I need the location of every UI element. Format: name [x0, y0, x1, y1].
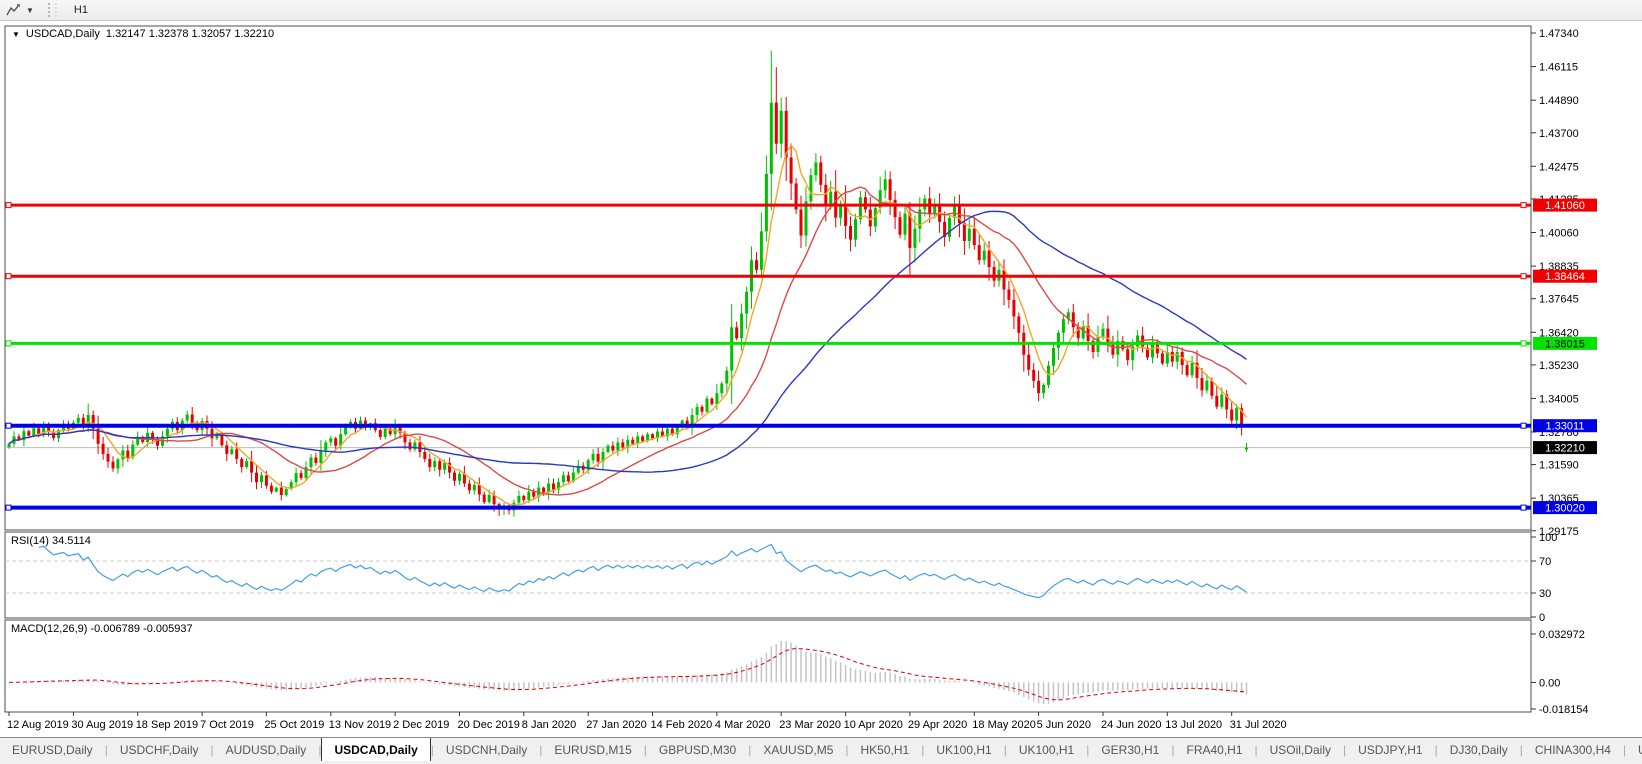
svg-text:100: 100: [1539, 532, 1557, 544]
svg-text:1.36015: 1.36015: [1545, 338, 1585, 350]
svg-text:0.032972: 0.032972: [1539, 629, 1585, 641]
chart-tab-uk100-h1[interactable]: UK100,H1: [924, 738, 1003, 761]
svg-text:31 Jul 2020: 31 Jul 2020: [1230, 719, 1287, 731]
svg-text:20 Dec 2019: 20 Dec 2019: [458, 719, 520, 731]
chart-tab-gbpusd-m30[interactable]: GBPUSD,M30: [647, 738, 748, 761]
chart-window: 1.473401.461151.448901.437001.424751.412…: [0, 21, 1642, 737]
svg-text:7 Oct 2019: 7 Oct 2019: [200, 719, 254, 731]
chart-tab-uk100-h1[interactable]: UK100,H1: [1007, 738, 1086, 761]
svg-text:1.35230: 1.35230: [1539, 360, 1579, 372]
svg-text:18 Sep 2019: 18 Sep 2019: [136, 719, 198, 731]
collapse-arrow-icon[interactable]: ▼: [12, 30, 20, 39]
svg-text:24 Jun 2020: 24 Jun 2020: [1101, 719, 1162, 731]
svg-text:18 May 2020: 18 May 2020: [972, 719, 1036, 731]
chart-tab-hk50-h1[interactable]: HK50,H1: [849, 738, 922, 761]
rsi-indicator-label: RSI(14) 34.5114: [11, 535, 91, 547]
chart-tab-usdjpy-h1[interactable]: USDJPY,H1: [1346, 738, 1434, 761]
svg-text:1.47340: 1.47340: [1539, 28, 1579, 40]
svg-text:1.41060: 1.41060: [1545, 200, 1585, 212]
toolbar-drag-handle[interactable]: [47, 3, 57, 17]
macd-indicator-label: MACD(12,26,9) -0.006789 -0.005937: [11, 623, 193, 635]
chart-tab-xauusd-m5[interactable]: XAUUSD,M5: [751, 738, 845, 761]
chart-ohlc-values: 1.32147 1.32378 1.32057 1.32210: [105, 28, 275, 40]
drawing-tool-icon[interactable]: [4, 2, 22, 18]
chart-canvas[interactable]: 1.473401.461151.448901.437001.424751.412…: [0, 21, 1642, 737]
svg-text:1.40060: 1.40060: [1539, 228, 1579, 240]
svg-text:25 Oct 2019: 25 Oct 2019: [264, 719, 324, 731]
toolbar-icon-group: ▼: [0, 2, 42, 18]
chart-tab-audusd-daily[interactable]: AUDUSD,Daily: [214, 738, 319, 761]
svg-text:30: 30: [1539, 588, 1551, 600]
chart-symbol-label: USDCAD,Daily: [25, 28, 100, 40]
svg-text:0.00: 0.00: [1539, 677, 1560, 689]
svg-text:29 Apr 2020: 29 Apr 2020: [908, 719, 967, 731]
svg-text:1.30020: 1.30020: [1545, 503, 1585, 515]
chart-tab-eurusd-m15[interactable]: EURUSD,M15: [542, 738, 643, 761]
svg-text:1.37645: 1.37645: [1539, 294, 1579, 306]
svg-text:0: 0: [1539, 612, 1545, 624]
chart-tab-usdchf-daily[interactable]: USDCHF,Daily: [108, 738, 211, 761]
chart-tab-usdcnh-daily[interactable]: USDCNH,Daily: [434, 738, 539, 761]
rsi-panel-border: [4, 531, 1532, 619]
chart-tab-usdcad-daily[interactable]: USDCAD,Daily: [321, 738, 431, 761]
svg-text:5 Jun 2020: 5 Jun 2020: [1037, 719, 1091, 731]
chart-tab-ger30-h1[interactable]: GER30,H1: [1089, 738, 1171, 761]
svg-text:13 Jul 2020: 13 Jul 2020: [1165, 719, 1222, 731]
dropdown-caret-icon[interactable]: ▼: [22, 6, 38, 15]
chart-tab-bar: EURUSD,Daily | USDCHF,Daily | AUDUSD,Daily | U…: [0, 737, 1642, 761]
svg-text:1.31590: 1.31590: [1539, 460, 1579, 472]
svg-text:1.46115: 1.46115: [1539, 62, 1578, 74]
svg-text:30 Aug 2019: 30 Aug 2019: [71, 719, 133, 731]
svg-text:23 Mar 2020: 23 Mar 2020: [779, 719, 841, 731]
date-axis: 12 Aug 2019 30 Aug 2019 18 Sep 2019 7 Oct 2…: [7, 712, 1287, 731]
chart-tab-fra40-h1[interactable]: FRA40,H1: [1174, 738, 1254, 761]
chart-tab-dj30-daily[interactable]: DJ30,Daily: [1438, 738, 1520, 761]
svg-text:1.34005: 1.34005: [1539, 393, 1579, 405]
svg-text:10 Apr 2020: 10 Apr 2020: [844, 719, 903, 731]
svg-text:1.32210: 1.32210: [1545, 443, 1585, 455]
svg-text:8 Jan 2020: 8 Jan 2020: [522, 719, 576, 731]
svg-text:27 Jan 2020: 27 Jan 2020: [586, 719, 647, 731]
svg-text:1.44890: 1.44890: [1539, 95, 1579, 107]
svg-text:-0.018154: -0.018154: [1539, 704, 1589, 716]
timeframe-button-h1[interactable]: H1: [64, 1, 98, 20]
svg-text:2 Dec 2019: 2 Dec 2019: [393, 719, 449, 731]
svg-text:1.33011: 1.33011: [1546, 421, 1585, 433]
chart-tab-eurusd-daily[interactable]: EURUSD,Daily: [0, 738, 105, 761]
svg-text:70: 70: [1539, 556, 1551, 568]
zigzag-line-icon: [5, 4, 20, 16]
svg-text:4 Mar 2020: 4 Mar 2020: [715, 719, 771, 731]
svg-text:1.38464: 1.38464: [1545, 271, 1585, 283]
chart-tab-usoil-d[interactable]: USOil,D: [1626, 738, 1642, 761]
macd-panel-border: [4, 619, 1532, 713]
svg-text:13 Nov 2019: 13 Nov 2019: [329, 719, 391, 731]
svg-text:14 Feb 2020: 14 Feb 2020: [651, 719, 713, 731]
trading-terminal: { "toolbar": { "timeframes": ["M1","M5",…: [0, 0, 1642, 764]
main-panel-border: [4, 25, 1532, 531]
toolbar: ▼ M1M5M15M30H1H4D1W1MN: [0, 0, 1642, 92]
svg-text:1.42475: 1.42475: [1539, 161, 1579, 173]
chart-tab-china300-h4[interactable]: CHINA300,H4: [1523, 738, 1623, 761]
svg-text:12 Aug 2019: 12 Aug 2019: [7, 719, 69, 731]
chart-tab-usoil-daily[interactable]: USOil,Daily: [1258, 738, 1343, 761]
chart-title: ▼ USDCAD,Daily 1.32147 1.32378 1.32057 1…: [12, 28, 274, 40]
svg-text:1.43700: 1.43700: [1539, 128, 1579, 140]
